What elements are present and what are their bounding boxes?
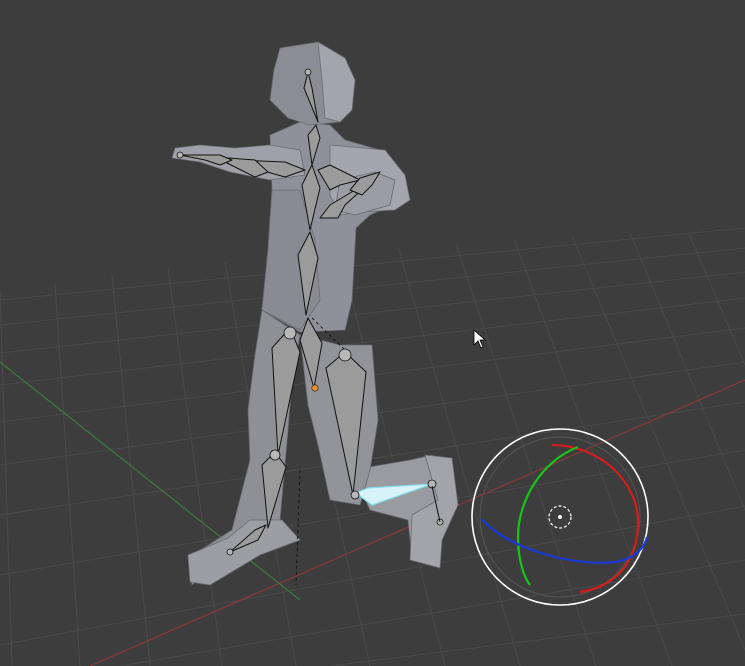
joint-knee-right	[350, 490, 360, 500]
joint-hip-right	[338, 348, 352, 362]
joint-hip-left	[283, 326, 297, 340]
viewport-scene[interactable]	[0, 0, 745, 666]
pivot-point	[311, 384, 319, 392]
3d-viewport[interactable]	[0, 0, 745, 666]
joint-toe-left	[226, 548, 234, 556]
joint-hand-tip	[176, 151, 184, 159]
gizmo-center-dot	[558, 515, 562, 519]
joint-head-tip	[304, 68, 312, 76]
joint-knee-left	[269, 449, 281, 461]
